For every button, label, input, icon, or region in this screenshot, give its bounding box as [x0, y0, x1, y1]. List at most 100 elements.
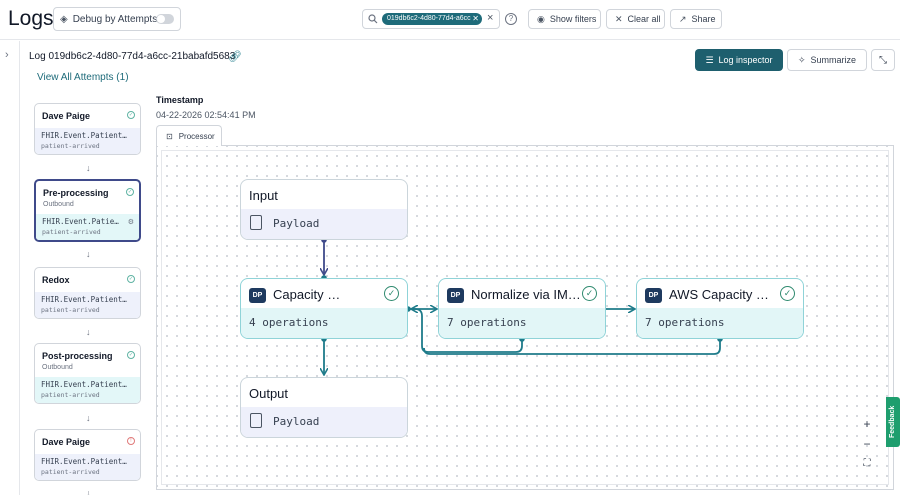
step-event: FHIR.Event.Patient… patient-arrived [35, 454, 140, 480]
node-title: Normalize via IM… [471, 287, 581, 302]
node-body: Payload [241, 209, 407, 239]
summarize-label: Summarize [810, 55, 857, 65]
status-error-icon: ! [127, 437, 135, 445]
collapse-panel-button[interactable]: ⤡ [871, 49, 895, 71]
status-check-icon: ✓ [126, 188, 134, 196]
chevron-right-icon[interactable]: › [5, 49, 9, 61]
clear-all-label: Clear all [627, 14, 661, 24]
search-input[interactable]: 019db6c2-4d80-77d4-a6cc ✕ × [362, 9, 500, 29]
copy-link-icon[interactable]: 🔗︎ [228, 50, 242, 63]
event-name: patient-arrived [41, 306, 100, 314]
eye-icon: ◉ [537, 13, 545, 24]
document-icon [250, 215, 262, 230]
arrow-down-icon: ↓ [86, 163, 91, 173]
step-card[interactable]: Post-processing Outbound ✓ FHIR.Event.Pa… [34, 343, 141, 404]
arrow-down-icon: ↓ [86, 488, 91, 495]
step-event: FHIR.Event.Patient… patient-arrived [35, 292, 140, 318]
node-title: AWS Capacity … [669, 287, 769, 302]
node-normalize[interactable]: DP Normalize via IM… ✓ 7 operations [438, 278, 606, 339]
log-inspector-button[interactable]: ☰ Log inspector [695, 49, 783, 71]
step-name: Dave Paige [42, 111, 91, 121]
status-check-icon: ✓ [127, 275, 135, 283]
processor-icon: ⊡ [166, 131, 173, 141]
step-event: FHIR.Event.Patient… patient-arrived [35, 128, 140, 154]
node-title: Capacity … [273, 287, 341, 302]
event-type: FHIR.Event.Patie… [42, 217, 119, 226]
step-event: FHIR.Event.Patient… patient-arrived [35, 377, 140, 403]
page-title: Logs [8, 7, 54, 30]
close-icon: ✕ [615, 13, 623, 24]
step-card[interactable]: Dave Paige ✓ FHIR.Event.Patient… patient… [34, 103, 141, 155]
zoom-in-button[interactable]: + [855, 414, 879, 434]
tab-processor[interactable]: ⊡ Processor [156, 125, 222, 146]
check-circle-icon: ✓ [384, 286, 399, 301]
debug-by-attempts-toggle[interactable]: ◈ Debug by Attempts [53, 7, 181, 31]
search-chip[interactable]: 019db6c2-4d80-77d4-a6cc ✕ [382, 13, 482, 25]
node-body: 4 operations [241, 308, 407, 338]
status-check-icon: ✓ [127, 351, 135, 359]
layers-icon: ◈ [60, 13, 68, 25]
step-name: Dave Paige [42, 437, 91, 447]
share-icon: ↗ [679, 13, 687, 24]
arrow-down-icon: ↓ [86, 249, 91, 259]
check-circle-icon: ✓ [582, 286, 597, 301]
event-type: FHIR.Event.Patient… [41, 380, 127, 389]
node-body-text: 7 operations [447, 316, 527, 329]
step-name: Post-processing [42, 351, 113, 361]
document-icon [250, 413, 262, 428]
step-event: FHIR.Event.Patie… patient-arrived ⚙ [36, 214, 139, 240]
share-button[interactable]: ↗ Share [670, 9, 722, 29]
zoom-out-button[interactable]: − [855, 434, 879, 454]
list-icon: ☰ [705, 54, 714, 65]
timestamp-value: 04-22-2026 02:54:41 PM [156, 110, 256, 120]
node-body: 7 operations [637, 308, 803, 338]
log-title: Log 019db6c2-4d80-77d4-a6cc-21babafd5683 [29, 51, 236, 62]
zoom-controls: + − ⛶ [855, 414, 879, 474]
fit-view-icon[interactable]: ⛶ [855, 454, 879, 474]
step-name: Pre-processing [43, 188, 109, 198]
step-card[interactable]: Dave Paige ! FHIR.Event.Patient… patient… [34, 429, 141, 481]
share-label: Share [691, 14, 716, 24]
clear-search-icon[interactable]: × [487, 12, 493, 24]
search-chip-label: 019db6c2-4d80-77d4-a6cc [387, 15, 471, 22]
event-name: patient-arrived [41, 391, 100, 399]
dp-badge-icon: DP [447, 288, 464, 303]
gear-icon: ⚙ [127, 219, 134, 226]
event-type: FHIR.Event.Patient… [41, 457, 127, 466]
node-body-text: 7 operations [645, 316, 725, 329]
step-subtitle: Outbound [43, 201, 74, 208]
node-title: Input [249, 188, 278, 203]
node-body-text: Payload [273, 217, 320, 230]
sparkle-icon: ✧ [797, 54, 806, 65]
feedback-tab[interactable]: Feedback [886, 397, 900, 447]
event-name: patient-arrived [41, 468, 100, 476]
node-aws-capacity[interactable]: DP AWS Capacity … ✓ 7 operations [636, 278, 804, 339]
dp-badge-icon: DP [249, 288, 266, 303]
clear-all-button[interactable]: ✕ Clear all [606, 9, 665, 29]
show-filters-label: Show filters [549, 14, 597, 24]
check-circle-icon: ✓ [780, 286, 795, 301]
event-type: FHIR.Event.Patient… [41, 131, 127, 140]
arrow-down-icon: ↓ [86, 327, 91, 337]
toggle-switch[interactable] [156, 14, 174, 24]
help-icon[interactable]: ? [505, 13, 517, 25]
summarize-button[interactable]: ✧ Summarize [787, 49, 867, 71]
search-icon [368, 14, 378, 24]
chip-close-icon[interactable]: ✕ [472, 13, 479, 25]
top-header: Logs ◈ Debug by Attempts 019db6c2-4d80-7… [0, 0, 900, 40]
node-capacity[interactable]: DP Capacity … ✓ 4 operations [240, 278, 408, 339]
show-filters-button[interactable]: ◉ Show filters [528, 9, 601, 29]
event-type: FHIR.Event.Patient… [41, 295, 127, 304]
arrow-down-icon: ↓ [86, 413, 91, 423]
step-name: Redox [42, 275, 70, 285]
view-all-attempts-link[interactable]: View All Attempts (1) [37, 72, 129, 83]
node-output[interactable]: Output Payload [240, 377, 408, 438]
sidebar-collapse-strip[interactable]: › [0, 41, 20, 495]
status-check-icon: ✓ [127, 111, 135, 119]
node-body-text: Payload [273, 415, 320, 428]
step-subtitle: Outbound [42, 364, 73, 371]
node-input[interactable]: Input Payload [240, 179, 408, 240]
timestamp-label: Timestamp [156, 95, 204, 105]
step-card[interactable]: Redox ✓ FHIR.Event.Patient… patient-arri… [34, 267, 141, 319]
step-card-selected[interactable]: Pre-processing Outbound ✓ FHIR.Event.Pat… [34, 179, 141, 242]
